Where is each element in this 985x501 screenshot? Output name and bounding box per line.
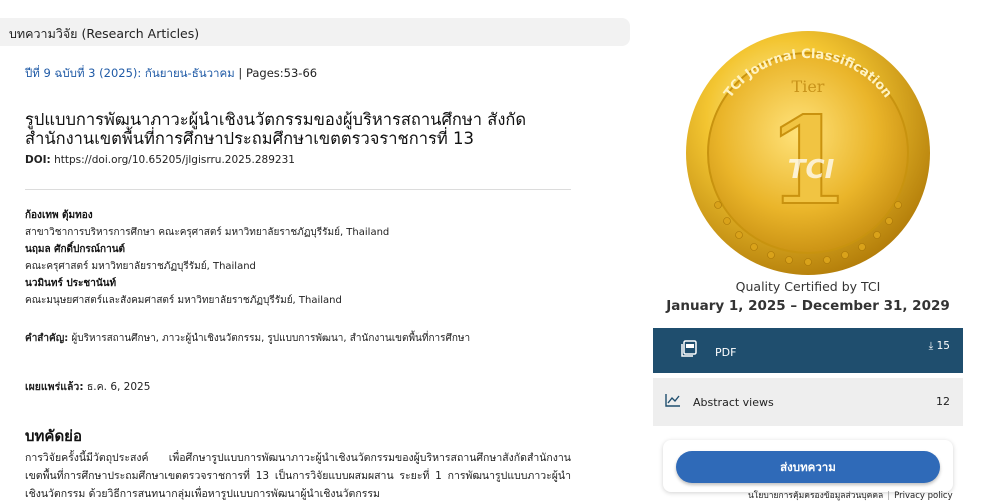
article-title: รูปแบบการพัฒนาภาวะผู้นำเชิงนวัตกรรมของผู… [25, 110, 527, 148]
pdf-download-panel[interactable]: PDF ⤓ 15 [653, 328, 963, 373]
pdf-download-count: ⤓ 15 [929, 340, 950, 353]
submit-article-button[interactable]: ส่งบทความ [676, 451, 940, 483]
privacy-policy-link[interactable]: Privacy policy [894, 491, 953, 501]
section-header: บทความวิจัย (Research Articles) [0, 18, 630, 46]
tci-tier-badge: TCI Journal Classification Tier 1 TCI [686, 31, 930, 275]
abstract-views-label: Abstract views [693, 396, 774, 409]
pdf-count-value: 15 [936, 340, 950, 352]
published-label: เผยแพร่แล้ว: [25, 381, 84, 393]
doi-link[interactable]: https://doi.org/10.65205/jlgisrru.2025.2… [51, 154, 295, 166]
author-affiliation: คณะมนุษยศาสตร์และสังคมศาสตร์ มหาวิทยาลัย… [25, 295, 342, 306]
issue-pages: Pages:53-66 [245, 66, 318, 80]
doi-label: DOI: [25, 154, 51, 166]
author-affiliation: สาขาวิชาการบริหารการศึกษา คณะครุศาสตร์ ม… [25, 227, 390, 238]
footer-separator: | [887, 491, 891, 501]
abstract-heading: บทคัดย่อ [25, 427, 82, 445]
pdf-label[interactable]: PDF [715, 346, 736, 359]
author-name: ก้องเทพ ตุ้มทอง [25, 210, 93, 221]
footer-links: นโยบายการคุ้มครองข้อมูลส่วนบุคคล | Privacy… [748, 488, 953, 501]
download-icon: ⤓ [928, 340, 934, 352]
doi-line: DOI: https://doi.org/10.65205/jlgisrru.2… [25, 154, 295, 166]
line-chart-icon [665, 394, 680, 407]
keywords-label: คำสำคัญ: [25, 333, 69, 344]
pdf-file-icon [681, 340, 697, 357]
issue-info: ปีที่ 9 ฉบับที่ 3 (2025): กันยายน-ธันวาค… [25, 65, 317, 83]
published-date: เผยแพร่แล้ว: ธ.ค. 6, 2025 [25, 378, 150, 395]
privacy-policy-th-link[interactable]: นโยบายการคุ้มครองข้อมูลส่วนบุคคล [748, 491, 883, 501]
abstract-views-panel: Abstract views 12 [653, 378, 963, 426]
abstract-views-count: 12 [936, 395, 950, 408]
abstract-body: การวิจัยครั้งนี้มีวัตถุประสงค์ เพื่อศึกษ… [25, 452, 571, 500]
keywords-value: ผู้บริหารสถานศึกษา, ภาวะผู้นำเชิงนวัตกรร… [68, 333, 471, 344]
quality-certified: Quality Certified by TCI [735, 279, 881, 294]
keywords: คำสำคัญ: ผู้บริหารสถานศึกษา, ภาวะผู้นำเช… [25, 331, 470, 346]
issue-separator: | [234, 66, 246, 80]
published-value: ธ.ค. 6, 2025 [83, 381, 151, 393]
divider [25, 189, 571, 190]
certification-dates: January 1, 2025 – December 31, 2029 [666, 298, 950, 314]
section-label: บทความวิจัย (Research Articles) [9, 26, 200, 41]
author-name: นวมินทร์ ประชานันท์ [25, 278, 117, 289]
author-list: ก้องเทพ ตุ้มทอง สาขาวิชาการบริหารการศึกษ… [25, 207, 585, 309]
badge-logo-text: TCI [788, 155, 835, 185]
issue-link[interactable]: ปีที่ 9 ฉบับที่ 3 (2025): กันยายน-ธันวาค… [25, 66, 235, 80]
author-affiliation: คณะครุศาสตร์ มหาวิทยาลัยราชภัฏบุรีรัมย์,… [25, 261, 256, 272]
author-name: นฤมล ศักดิ์ปกรณ์กานต์ [25, 244, 126, 255]
